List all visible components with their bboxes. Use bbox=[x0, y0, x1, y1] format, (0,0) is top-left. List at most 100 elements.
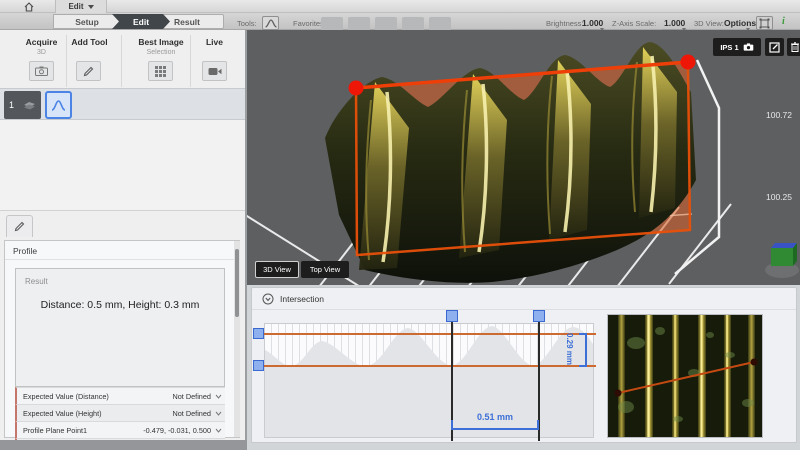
result-value: Distance: 0.5 mm, Height: 0.3 mm bbox=[16, 299, 224, 311]
video-camera-icon bbox=[208, 67, 222, 76]
title-bar: Edit bbox=[0, 0, 800, 13]
pencil-icon bbox=[83, 66, 94, 77]
left-cursor-handle[interactable] bbox=[446, 310, 458, 322]
intersection-panel: Intersection 0.51 mm bbox=[251, 287, 797, 443]
dataset-index: 1 bbox=[9, 100, 14, 110]
z-axis-tick-upper: 100.72 bbox=[759, 110, 799, 120]
ips-capture-button[interactable]: IPS 1 bbox=[713, 38, 761, 56]
app-window: Edit Setup Edit Result Tools: Favorites:… bbox=[0, 0, 800, 450]
result-label: Result bbox=[25, 277, 48, 286]
intersection-area: Intersection 0.51 mm bbox=[247, 285, 800, 450]
crop-frame-button[interactable] bbox=[756, 16, 773, 30]
best-image-selection-button[interactable] bbox=[148, 61, 173, 81]
profile-curve-icon bbox=[265, 19, 277, 28]
left-panel: Acquire 3D Add Tool Best Image Selection bbox=[0, 30, 247, 440]
upper-level-line[interactable] bbox=[258, 333, 596, 335]
favorite-slot[interactable] bbox=[429, 17, 451, 31]
crop-frame-icon bbox=[759, 18, 770, 29]
chevron-down-icon bbox=[88, 5, 94, 9]
chevron-down-icon bbox=[215, 411, 222, 416]
best-image-label: Best Image bbox=[130, 37, 192, 47]
plane-handle-right[interactable] bbox=[681, 55, 696, 70]
chevron-down-icon bbox=[215, 428, 222, 433]
home-button[interactable] bbox=[18, 1, 40, 12]
tab-edit[interactable]: Edit bbox=[112, 14, 170, 29]
right-cursor-handle[interactable] bbox=[533, 310, 545, 322]
home-icon bbox=[24, 2, 34, 12]
workspace-menu-tab[interactable]: Edit bbox=[55, 0, 107, 13]
orientation-cube[interactable] bbox=[765, 243, 799, 278]
property-row-expected-height[interactable]: Expected Value (Height) Not Defined bbox=[15, 404, 225, 421]
lower-level-handle[interactable] bbox=[253, 360, 264, 371]
3d-viewport[interactable]: IPS 1 100.72 100.25 3D View bbox=[247, 30, 800, 285]
export-button[interactable] bbox=[765, 38, 784, 56]
divider bbox=[5, 259, 239, 260]
favorite-slot[interactable] bbox=[348, 17, 370, 31]
profile-wave bbox=[265, 324, 593, 437]
3d-view-label: 3D View: bbox=[694, 19, 724, 28]
result-box: Result Distance: 0.5 mm, Height: 0.3 mm bbox=[15, 268, 225, 387]
add-tool-button[interactable] bbox=[76, 61, 101, 81]
info-icon[interactable]: i bbox=[782, 16, 785, 27]
status-strip bbox=[0, 440, 247, 450]
brightness-label: Brightness: bbox=[546, 19, 584, 28]
acquire-sublabel: 3D bbox=[14, 49, 69, 56]
intersection-title: Intersection bbox=[280, 294, 324, 304]
3d-view-options[interactable]: Options bbox=[722, 18, 758, 29]
tab-setup[interactable]: Setup bbox=[53, 14, 121, 29]
distance-value-label: 0.51 mm bbox=[451, 412, 539, 422]
profile-tool-toolbar-button[interactable] bbox=[262, 16, 279, 30]
dataset-thumbnail-1[interactable]: 1 bbox=[4, 91, 41, 119]
ips-label: IPS 1 bbox=[720, 43, 738, 52]
surface-layer-icon bbox=[23, 100, 36, 111]
divider bbox=[190, 35, 191, 87]
plane-handle-left[interactable] bbox=[349, 81, 364, 96]
camera-icon bbox=[35, 66, 48, 76]
dataset-strip: 1 bbox=[0, 88, 245, 120]
z-axis-tick-lower: 100.25 bbox=[759, 192, 799, 202]
lower-level-line[interactable] bbox=[258, 365, 596, 367]
divider bbox=[121, 35, 122, 87]
pencil-icon bbox=[14, 221, 25, 232]
add-tool-label: Add Tool bbox=[62, 37, 117, 47]
view-mode-top-button[interactable]: Top View bbox=[301, 261, 349, 278]
dimension-tick bbox=[579, 333, 587, 335]
camera-image-content bbox=[608, 315, 762, 437]
view-mode-3d-button[interactable]: 3D View bbox=[255, 261, 299, 278]
edit-profile-tab[interactable] bbox=[6, 215, 33, 237]
tools-label: Tools: bbox=[237, 19, 257, 28]
main-toolbar: Setup Edit Result Tools: Favorites: Brig… bbox=[0, 13, 800, 30]
scrollbar-thumb[interactable] bbox=[235, 249, 239, 317]
divider bbox=[252, 309, 796, 310]
trash-icon bbox=[791, 42, 799, 52]
acquire-label: Acquire bbox=[14, 37, 69, 47]
intersection-profile-chart[interactable]: 0.51 mm 0.29 mm bbox=[264, 323, 594, 438]
height-dimension-line bbox=[585, 334, 587, 367]
profile-panel: Profile Result Distance: 0.5 mm, Height:… bbox=[4, 240, 240, 438]
delete-button[interactable] bbox=[787, 38, 800, 56]
dimension-tick bbox=[579, 365, 587, 367]
3d-scene bbox=[247, 30, 800, 285]
property-row-expected-distance[interactable]: Expected Value (Distance) Not Defined bbox=[15, 387, 225, 404]
acquire-3d-button[interactable] bbox=[29, 61, 54, 81]
profile-tool-selected-button[interactable] bbox=[45, 91, 72, 119]
favorite-slot[interactable] bbox=[321, 17, 343, 31]
collapse-icon bbox=[262, 293, 274, 305]
distance-dimension-line bbox=[451, 428, 539, 430]
profile-curve-icon bbox=[51, 100, 66, 111]
export-icon bbox=[769, 42, 780, 53]
intersection-header[interactable]: Intersection bbox=[262, 293, 324, 305]
profile-panel-title: Profile bbox=[13, 246, 37, 256]
tool-list-empty-area bbox=[0, 120, 245, 211]
upper-level-handle[interactable] bbox=[253, 328, 264, 339]
favorite-slot[interactable] bbox=[375, 17, 397, 31]
live-button[interactable] bbox=[202, 61, 227, 81]
workspace-menu-label: Edit bbox=[68, 2, 83, 11]
property-row-plane-point1[interactable]: Profile Plane Point1 -0.479, -0.031, 0.5… bbox=[15, 421, 225, 438]
grid-icon bbox=[155, 66, 166, 77]
surface-camera-image[interactable] bbox=[607, 314, 763, 438]
favorite-slot[interactable] bbox=[402, 17, 424, 31]
best-image-sublabel: Selection bbox=[130, 49, 192, 56]
camera-icon bbox=[743, 43, 754, 51]
z-axis-scale-label: Z-Axis Scale: bbox=[612, 19, 656, 28]
